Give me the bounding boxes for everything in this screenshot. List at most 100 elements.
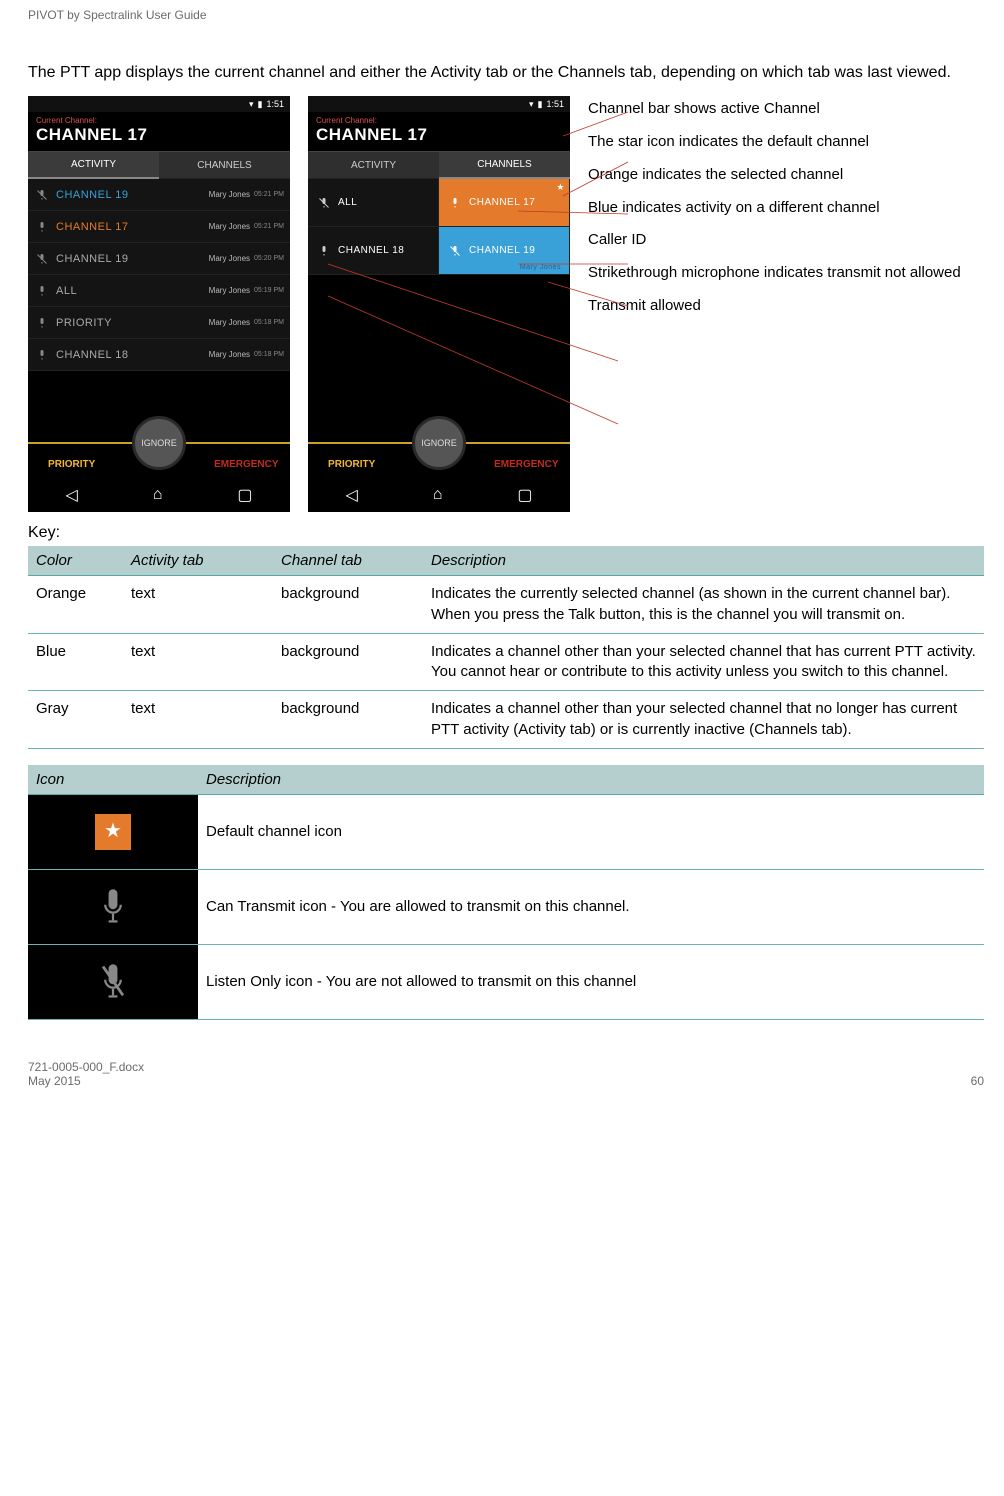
cell: Indicates a channel other than your sele… bbox=[423, 633, 984, 691]
star-icon: ★ bbox=[556, 182, 565, 193]
back-icon[interactable]: ◁ bbox=[65, 485, 77, 505]
listen-only-icon bbox=[28, 945, 198, 1019]
list-item-caller: Mary Jones bbox=[209, 190, 250, 199]
mic-icon bbox=[316, 243, 332, 259]
emergency-button[interactable]: EMERGENCY bbox=[483, 432, 570, 476]
table-row: Listen Only icon - You are not allowed t… bbox=[28, 944, 984, 1019]
priority-button[interactable]: PRIORITY bbox=[28, 432, 115, 476]
list-item-name: ALL bbox=[56, 285, 209, 297]
footer-date: May 2015 bbox=[28, 1074, 144, 1088]
list-item[interactable]: CHANNEL 17Mary Jones05:21 PM bbox=[28, 211, 290, 243]
mic-icon bbox=[34, 283, 50, 299]
mic-mute-icon bbox=[34, 187, 50, 203]
priority-button[interactable]: PRIORITY bbox=[308, 432, 395, 476]
default-channel-icon: ★ bbox=[28, 795, 198, 869]
list-item-name: CHANNEL 19 bbox=[56, 189, 209, 201]
status-time: 1:51 bbox=[546, 99, 564, 109]
home-icon[interactable]: ⌂ bbox=[433, 486, 443, 504]
current-channel-label: Current Channel: bbox=[36, 116, 282, 125]
list-item[interactable]: ALLMary Jones05:19 PM bbox=[28, 275, 290, 307]
table-row: Blue text background Indicates a channel… bbox=[28, 633, 984, 691]
tab-channels[interactable]: CHANNELS bbox=[439, 151, 570, 179]
cell: Can Transmit icon - You are allowed to t… bbox=[198, 869, 984, 944]
th-desc: Description bbox=[423, 546, 984, 576]
activity-list: CHANNEL 19Mary Jones05:21 PM CHANNEL 17M… bbox=[28, 179, 290, 371]
mic-mute-icon bbox=[316, 195, 332, 211]
cell: text bbox=[123, 633, 273, 691]
callout-text: Orange indicates the selected channel bbox=[588, 166, 984, 185]
list-item-name: PRIORITY bbox=[56, 317, 209, 329]
th-desc: Description bbox=[198, 765, 984, 795]
list-item-time: 05:20 PM bbox=[254, 255, 284, 262]
doc-header: PIVOT by Spectralink User Guide bbox=[28, 8, 984, 22]
list-item[interactable]: CHANNEL 19Mary Jones05:20 PM bbox=[28, 243, 290, 275]
tab-activity[interactable]: ACTIVITY bbox=[308, 151, 439, 179]
channel-tile-active[interactable]: CHANNEL 19 Mary Jones bbox=[439, 227, 570, 275]
list-item[interactable]: CHANNEL 18Mary Jones 05:18 PM bbox=[28, 339, 290, 371]
list-item-caller: Mary Jones bbox=[209, 318, 250, 327]
table-row: ★ Default channel icon bbox=[28, 794, 984, 869]
icon-key-table: Icon Description ★ Default channel icon … bbox=[28, 765, 984, 1020]
android-navbar: ◁ ⌂ ▢ bbox=[28, 478, 290, 512]
home-icon[interactable]: ⌂ bbox=[153, 486, 163, 504]
th-activity: Activity tab bbox=[123, 546, 273, 576]
recents-icon[interactable]: ▢ bbox=[237, 485, 252, 505]
tile-caller: Mary Jones bbox=[520, 264, 561, 271]
channel-tile[interactable]: CHANNEL 18 bbox=[308, 227, 439, 275]
channel-tile-selected[interactable]: CHANNEL 17 ★ bbox=[439, 179, 570, 227]
mic-icon bbox=[34, 315, 50, 331]
mic-mute-icon bbox=[447, 243, 463, 259]
list-item[interactable]: CHANNEL 19Mary Jones 05:21 PM bbox=[28, 179, 290, 211]
intro-text: The PTT app displays the current channel… bbox=[28, 62, 984, 84]
star-icon: ★ bbox=[95, 814, 131, 850]
table-row: Orange text background Indicates the cur… bbox=[28, 576, 984, 634]
callout-text: The star icon indicates the default chan… bbox=[588, 133, 984, 152]
cell: background bbox=[273, 576, 423, 634]
footer-docname: 721-0005-000_F.docx bbox=[28, 1060, 144, 1074]
android-navbar: ◁ ⌂ ▢ bbox=[308, 478, 570, 512]
ignore-button[interactable]: IGNORE bbox=[412, 416, 466, 470]
tile-name: CHANNEL 17 bbox=[469, 197, 535, 208]
list-item[interactable]: PRIORITYMary Jones 05:18 PM bbox=[28, 307, 290, 339]
color-key-table: Color Activity tab Channel tab Descripti… bbox=[28, 546, 984, 749]
tab-bar: ACTIVITY CHANNELS bbox=[28, 151, 290, 179]
mic-mute-icon bbox=[99, 962, 127, 1002]
recents-icon[interactable]: ▢ bbox=[517, 485, 532, 505]
current-channel-name: CHANNEL 17 bbox=[36, 125, 282, 145]
channel-bar: Current Channel: CHANNEL 17 bbox=[28, 112, 290, 151]
page-number: 60 bbox=[971, 1074, 984, 1088]
wifi-icon: ▾ bbox=[249, 99, 254, 110]
cell: text bbox=[123, 576, 273, 634]
cell: Gray bbox=[28, 691, 123, 749]
th-icon: Icon bbox=[28, 765, 198, 795]
list-item-name: CHANNEL 19 bbox=[56, 253, 209, 265]
tile-name: CHANNEL 19 bbox=[469, 245, 535, 256]
list-item-time: 05:18 PM bbox=[254, 351, 284, 358]
list-item-time: 05:18 PM bbox=[254, 319, 284, 326]
callout-text: Caller ID bbox=[588, 231, 984, 250]
list-item-time: 05:21 PM bbox=[254, 191, 284, 198]
wifi-icon: ▾ bbox=[529, 99, 534, 110]
mic-mute-icon bbox=[34, 251, 50, 267]
channel-bar: Current Channel: CHANNEL 17 bbox=[308, 112, 570, 151]
channel-grid: ALL CHANNEL 17 ★ CHANNEL 18 CHANNEL 19 Mar… bbox=[308, 179, 570, 275]
ignore-button[interactable]: IGNORE bbox=[132, 416, 186, 470]
list-item-time: 05:21 PM bbox=[254, 223, 284, 230]
tab-activity[interactable]: ACTIVITY bbox=[28, 151, 159, 179]
cell: Blue bbox=[28, 633, 123, 691]
th-color: Color bbox=[28, 546, 123, 576]
battery-icon: ▮ bbox=[258, 99, 263, 110]
figure-row: ▾ ▮ 1:51 Current Channel: CHANNEL 17 ACT… bbox=[28, 96, 984, 512]
channel-tile[interactable]: ALL bbox=[308, 179, 439, 227]
list-item-caller: Mary Jones bbox=[209, 350, 250, 359]
emergency-button[interactable]: EMERGENCY bbox=[203, 432, 290, 476]
callout-text: Strikethrough microphone indicates trans… bbox=[588, 264, 984, 283]
tab-channels[interactable]: CHANNELS bbox=[159, 151, 290, 179]
mic-icon bbox=[447, 195, 463, 211]
cell: background bbox=[273, 633, 423, 691]
list-item-name: CHANNEL 18 bbox=[56, 349, 209, 361]
table-row: Gray text background Indicates a channel… bbox=[28, 691, 984, 749]
back-icon[interactable]: ◁ bbox=[345, 485, 357, 505]
tile-name: ALL bbox=[338, 197, 357, 208]
status-bar: ▾ ▮ 1:51 bbox=[308, 96, 570, 112]
